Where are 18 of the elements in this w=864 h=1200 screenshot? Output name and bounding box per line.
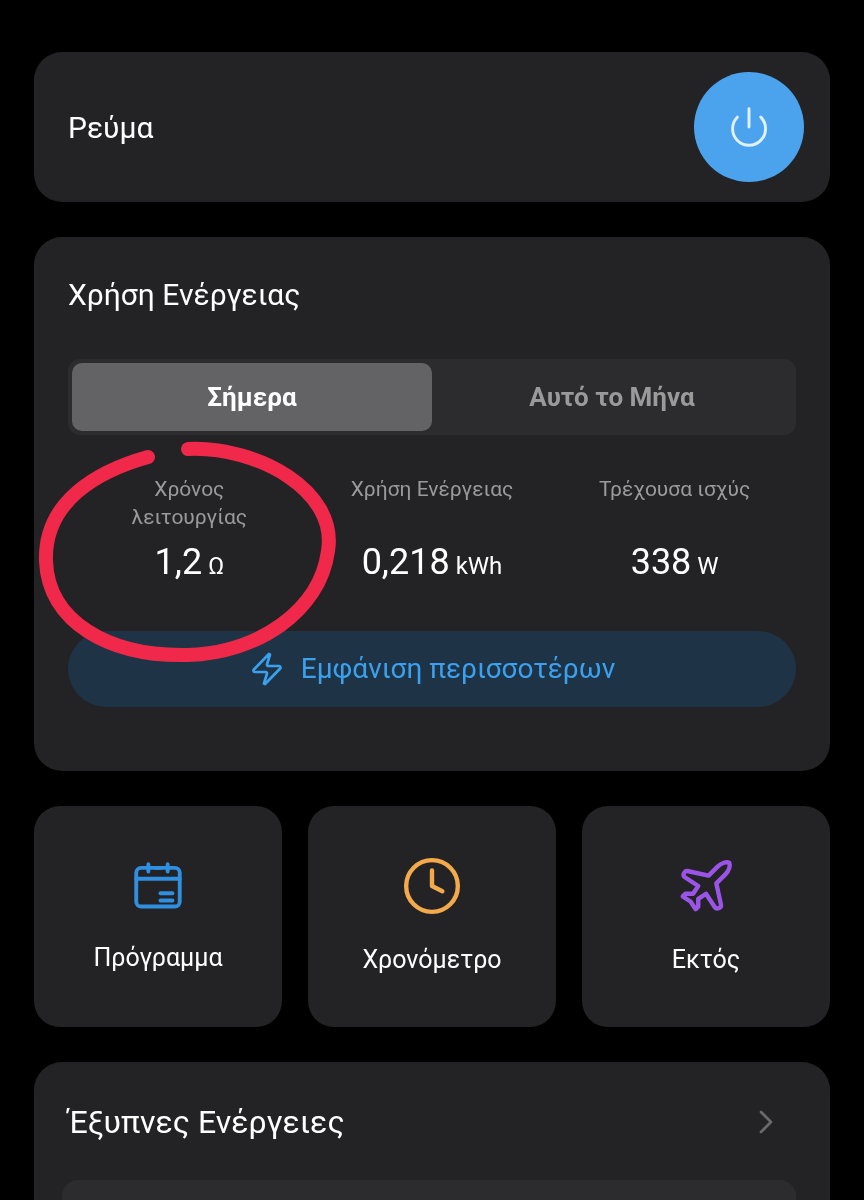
stat-label: Τρέχουσα ισχύς (599, 476, 751, 503)
stat-value: 1,2 (154, 540, 203, 585)
stat-value: 338 (630, 540, 692, 585)
period-tab[interactable]: Σήμερα (72, 363, 432, 431)
shortcut-tile[interactable]: Πρόγραμμα (34, 806, 282, 1027)
period-tab[interactable]: Αυτό το Μήνα (432, 363, 792, 431)
energy-title: Χρήση Ενέργειας (68, 276, 302, 314)
stat-unit: Ω (208, 551, 225, 582)
stat-unit: kWh (455, 551, 503, 582)
stat-unit: W (697, 551, 719, 582)
smart-actions-title[interactable]: Έξυπνες Ενέργειες (68, 1098, 345, 1146)
power-title: Ρεύμα (68, 108, 154, 147)
show-more-button[interactable]: Εμφάνιση περισσοτέρων (68, 631, 796, 707)
stat-label: Χρήση Ενέργειας (350, 476, 514, 503)
shortcut-tile[interactable]: Εκτός (582, 806, 830, 1027)
stat-value: 0,218 (361, 540, 450, 585)
shortcut-tile[interactable]: Χρονόμετρο (308, 806, 556, 1027)
stat-label: Χρόνος λειτουργίας (130, 476, 249, 531)
